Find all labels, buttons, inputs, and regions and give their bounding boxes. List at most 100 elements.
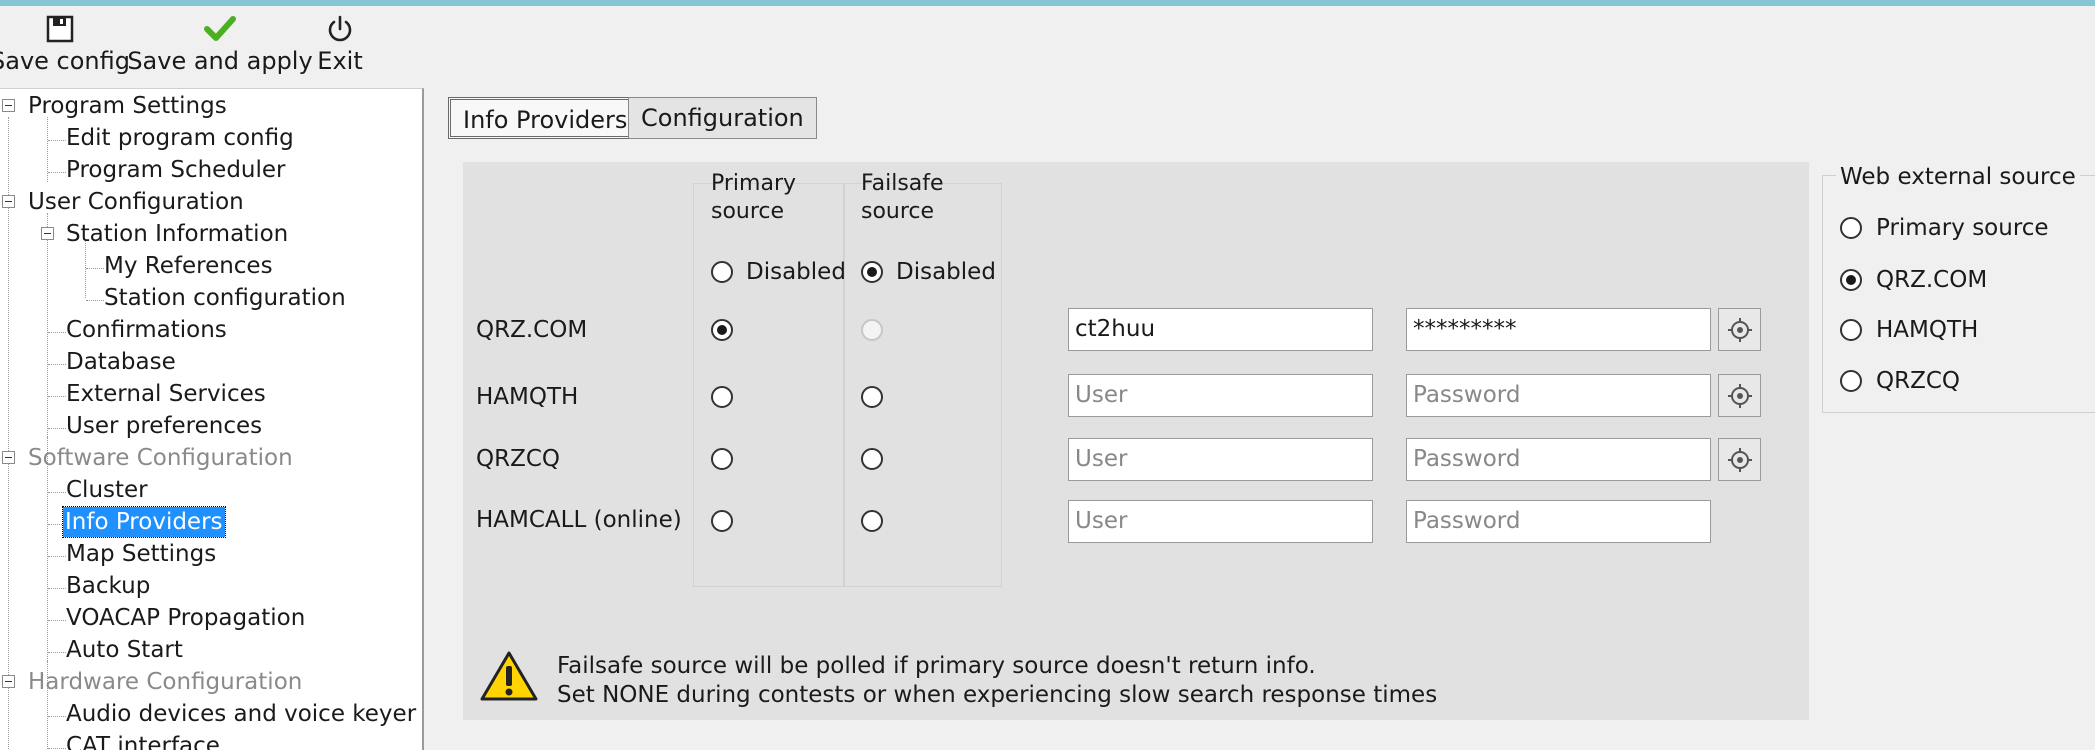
collapse-toggle-icon[interactable] (2, 99, 15, 112)
provider-name-qrzcom: QRZ.COM (476, 317, 588, 343)
failsafe-disabled-label: Disabled (896, 259, 996, 285)
tree-connector (48, 652, 66, 653)
tree-connector (48, 172, 66, 173)
floppy-disk-icon (45, 12, 75, 46)
crosshair-icon (1727, 447, 1752, 472)
hamqth-password-field[interactable]: Password (1406, 374, 1711, 417)
tree-item-cat-interface[interactable]: CAT interface (66, 731, 220, 750)
tree-connector (85, 241, 86, 298)
tree-item-software-configuration[interactable]: Software Configuration (28, 443, 293, 473)
qrzcq-password-field[interactable]: Password (1406, 438, 1711, 481)
web-qrzcom-label: QRZ.COM (1876, 267, 1988, 293)
toolbar: Save config Save and apply Exit (0, 6, 2095, 86)
hamcall-password-field[interactable]: Password (1406, 500, 1711, 543)
warning-line-1: Failsafe source will be polled if primar… (557, 653, 1316, 679)
warning-icon (479, 650, 539, 706)
tree-item-info-providers[interactable]: Info Providers (62, 506, 226, 538)
provider-name-hamcall: HAMCALL (online) (476, 507, 682, 533)
tree-item-user-preferences[interactable]: User preferences (66, 411, 262, 441)
power-icon (325, 12, 355, 46)
provider-name-qrzcq: QRZCQ (476, 446, 561, 472)
web-primary-source-radio[interactable] (1840, 217, 1862, 239)
web-external-source-title: Web external source (1836, 162, 2080, 192)
tree-connector (48, 620, 66, 621)
qrzcq-user-field[interactable]: User (1068, 438, 1373, 481)
tree-item-program-settings[interactable]: Program Settings (28, 91, 227, 121)
web-qrzcom-radio[interactable] (1840, 269, 1862, 291)
web-hamqth-label: HAMQTH (1876, 317, 1979, 343)
primary-qrzcq-radio[interactable] (711, 448, 733, 470)
tree-item-database[interactable]: Database (66, 347, 176, 377)
hamqth-user-field[interactable]: User (1068, 374, 1373, 417)
tree-item-station-configuration[interactable]: Station configuration (104, 283, 346, 313)
tree-item-confirmations[interactable]: Confirmations (66, 315, 227, 345)
exit-button[interactable]: Exit (317, 12, 363, 76)
primary-source-header: Primary source (711, 170, 796, 226)
collapse-toggle-icon[interactable] (2, 451, 15, 464)
tree-item-my-references[interactable]: My References (104, 251, 273, 281)
save-config-label: Save config (0, 47, 130, 75)
tree-connector (48, 556, 66, 557)
primary-hamqth-radio[interactable] (711, 386, 733, 408)
web-hamqth-radio[interactable] (1840, 319, 1862, 341)
primary-qrzcom-radio[interactable] (711, 319, 733, 341)
failsafe-header-line1: Failsafe (861, 171, 944, 196)
save-and-apply-button[interactable]: Save and apply (127, 12, 313, 76)
save-config-button[interactable]: Save config (0, 12, 130, 76)
tree-item-user-configuration[interactable]: User Configuration (28, 187, 244, 217)
qrzcq-test-button[interactable] (1718, 438, 1761, 481)
tree-connector (86, 300, 104, 301)
primary-header-line2: source (711, 199, 785, 224)
primary-hamcall-radio[interactable] (711, 510, 733, 532)
save-and-apply-label: Save and apply (127, 47, 313, 75)
tab-info-providers[interactable]: Info Providers (448, 97, 643, 139)
primary-disabled-radio[interactable] (711, 261, 733, 283)
tree-connector (48, 140, 66, 141)
web-qrzcq-label: QRZCQ (1876, 368, 1961, 394)
tree-item-voacap-propagation[interactable]: VOACAP Propagation (66, 603, 305, 633)
settings-tree[interactable]: Program Settings Edit program config Pro… (0, 88, 424, 750)
tree-item-backup[interactable]: Backup (66, 571, 150, 601)
tab-configuration[interactable]: Configuration (628, 97, 817, 139)
checkmark-icon (203, 12, 237, 46)
tree-connector (48, 396, 66, 397)
tree-connector (48, 492, 66, 493)
tree-connector (8, 117, 9, 750)
primary-disabled-label: Disabled (746, 259, 846, 285)
failsafe-header-line2: source (861, 199, 935, 224)
hamcall-user-field[interactable]: User (1068, 500, 1373, 543)
tree-item-hardware-configuration[interactable]: Hardware Configuration (28, 667, 302, 697)
collapse-toggle-icon[interactable] (2, 675, 15, 688)
crosshair-icon (1727, 317, 1752, 342)
tree-connector (48, 332, 66, 333)
failsafe-disabled-radio[interactable] (861, 261, 883, 283)
primary-header-line1: Primary (711, 171, 797, 196)
tree-item-edit-program-config[interactable]: Edit program config (66, 123, 294, 153)
tree-item-program-scheduler[interactable]: Program Scheduler (66, 155, 286, 185)
failsafe-qrzcom-radio (861, 319, 883, 341)
tree-item-auto-start[interactable]: Auto Start (66, 635, 183, 665)
warning-line-2: Set NONE during contests or when experie… (557, 682, 1438, 708)
tree-connector (86, 268, 104, 269)
web-primary-source-label: Primary source (1876, 215, 2049, 241)
collapse-toggle-icon[interactable] (41, 227, 54, 240)
tree-connector (48, 428, 66, 429)
tree-connector (48, 716, 66, 717)
collapse-toggle-icon[interactable] (2, 195, 15, 208)
failsafe-qrzcq-radio[interactable] (861, 448, 883, 470)
tree-item-audio-devices[interactable]: Audio devices and voice keyer (66, 699, 416, 729)
tree-item-cluster[interactable]: Cluster (66, 475, 148, 505)
hamqth-test-button[interactable] (1718, 374, 1761, 417)
failsafe-source-header: Failsafe source (861, 170, 944, 226)
qrzcom-user-field[interactable]: ct2huu (1068, 308, 1373, 351)
qrzcom-password-field[interactable]: ********* (1406, 308, 1711, 351)
failsafe-hamqth-radio[interactable] (861, 386, 883, 408)
exit-label: Exit (317, 47, 363, 75)
web-qrzcq-radio[interactable] (1840, 370, 1862, 392)
tree-item-station-information[interactable]: Station Information (66, 219, 288, 249)
failsafe-hamcall-radio[interactable] (861, 510, 883, 532)
tree-item-map-settings[interactable]: Map Settings (66, 539, 216, 569)
tree-item-external-services[interactable]: External Services (66, 379, 266, 409)
warning-message: Failsafe source will be polled if primar… (557, 652, 1437, 710)
qrzcom-test-button[interactable] (1718, 308, 1761, 351)
